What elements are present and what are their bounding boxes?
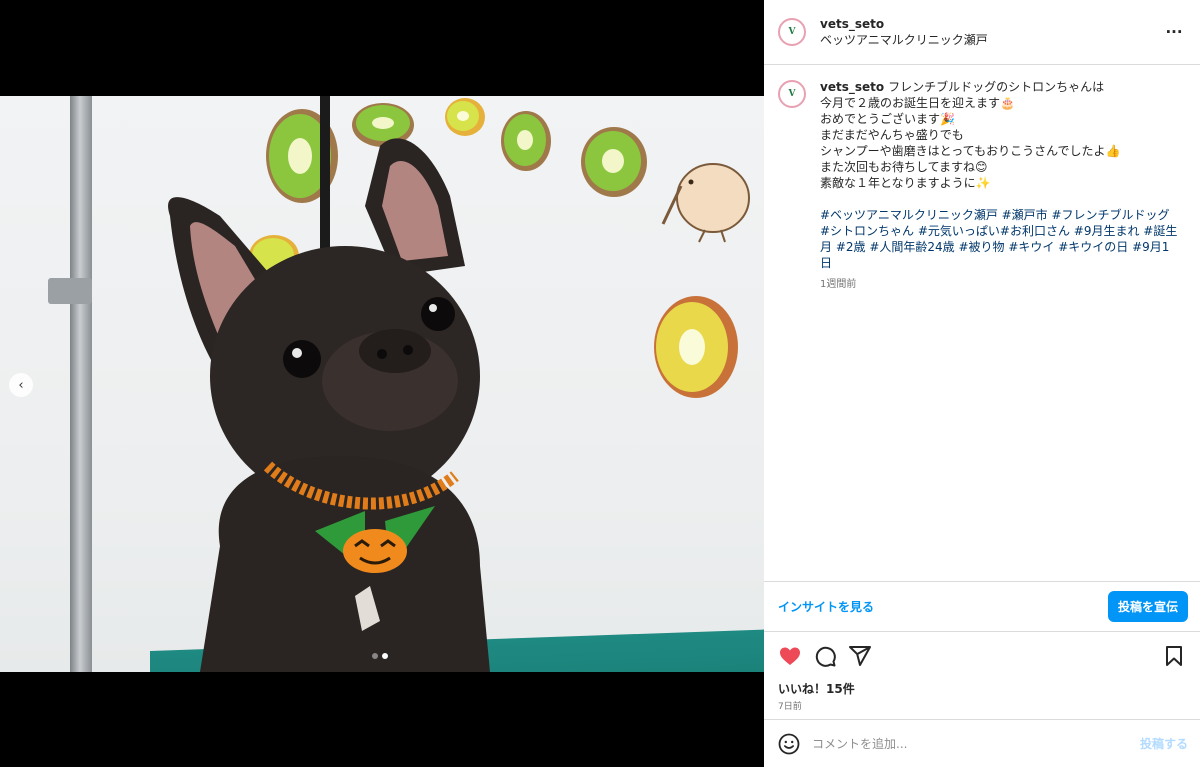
emoji-button[interactable]	[778, 733, 800, 755]
comment-input[interactable]	[812, 736, 1140, 751]
caption-line: まだまだやんちゃ盛りでも	[820, 128, 964, 142]
share-icon	[849, 646, 871, 666]
heart-filled-icon	[780, 647, 800, 665]
action-icons-row	[778, 644, 1186, 668]
caption-section: V vets_seto フレンチブルドッグのシトロンちゃんは 今月で２歳のお誕生日…	[764, 65, 1200, 581]
post-actions: いいね！15件 7日前	[764, 631, 1200, 719]
caption-line: おめでとうございます🎉	[820, 112, 955, 126]
post-media: ‹	[0, 0, 764, 767]
comment-button[interactable]	[813, 644, 837, 668]
vets-logo-icon: V	[788, 89, 796, 99]
view-insights-link[interactable]: インサイトを見る	[778, 598, 874, 615]
more-options-button[interactable]: ···	[1162, 23, 1186, 41]
post-photo	[0, 96, 764, 672]
caption-avatar[interactable]: V	[778, 80, 806, 108]
bookmark-icon	[1166, 646, 1182, 666]
caption-body: vets_seto フレンチブルドッグのシトロンちゃんは 今月で２歳のお誕生日を迎…	[820, 79, 1180, 581]
french-bulldog	[168, 138, 490, 672]
caption-line: シャンプーや歯磨きはとってもおりこうさんでしたよ👍	[820, 144, 1121, 158]
chevron-left-icon: ‹	[18, 377, 24, 393]
emoji-icon	[778, 733, 800, 754]
kiwi-slice-decoration	[581, 127, 647, 197]
caption-line: vets_seto フレンチブルドッグのシトロンちゃんは	[820, 79, 1180, 95]
post-comment-button[interactable]: 投稿する	[1140, 735, 1188, 752]
more-horizontal-icon: ···	[1165, 23, 1183, 41]
caption-line: 今月で２歳のお誕生日を迎えます🎂	[820, 96, 1015, 110]
header-location[interactable]: ベッツアニマルクリニック瀬戸	[820, 32, 1162, 48]
header-text: vets_seto ベッツアニマルクリニック瀬戸	[820, 16, 1162, 48]
caption-time-ago: 1週間前	[820, 279, 857, 290]
carousel-dot	[372, 653, 378, 659]
header-username[interactable]: vets_seto	[820, 16, 1162, 32]
kiwi-bird-decoration	[661, 163, 750, 243]
post-header: V vets_seto ベッツアニマルクリニック瀬戸 ···	[764, 0, 1200, 65]
avatar[interactable]: V	[778, 18, 806, 46]
save-button[interactable]	[1162, 644, 1186, 668]
promote-post-button[interactable]: 投稿を宣伝	[1107, 591, 1188, 622]
grooming-arm-clamp	[48, 278, 92, 304]
comment-row: 投稿する	[764, 719, 1200, 767]
carousel-indicator	[372, 653, 388, 659]
caption-text: フレンチブルドッグのシトロンちゃんは	[888, 80, 1105, 94]
caption-hashtags[interactable]: #ベッツアニマルクリニック瀬戸 #瀬戸市 #フレンチブルドッグ #シトロンちゃん…	[820, 207, 1180, 271]
kiwi-slice-decoration	[654, 296, 738, 398]
post-side-panel: V vets_seto ベッツアニマルクリニック瀬戸 ··· V vets_se…	[764, 0, 1200, 767]
post-date: 7日前	[778, 702, 802, 712]
vets-logo-icon: V	[788, 27, 796, 37]
like-button[interactable]	[778, 644, 802, 668]
carousel-dot-active	[382, 653, 388, 659]
caption-line: 素敵な１年となりますように✨	[820, 176, 991, 190]
insight-row: インサイトを見る 投稿を宣伝	[764, 581, 1200, 631]
grooming-arm-pole	[70, 96, 92, 672]
caption-username[interactable]: vets_seto	[820, 80, 884, 94]
caption-line: また次回もお待ちしてますね😊	[820, 160, 988, 174]
share-button[interactable]	[848, 644, 872, 668]
instagram-post-modal: ‹ V vets_seto ベッツアニマルクリニック瀬戸 ··· V vets_…	[0, 0, 1200, 767]
comment-icon	[815, 646, 836, 667]
likes-count[interactable]: いいね！15件	[778, 680, 1186, 697]
carousel-prev-button[interactable]: ‹	[9, 373, 33, 397]
